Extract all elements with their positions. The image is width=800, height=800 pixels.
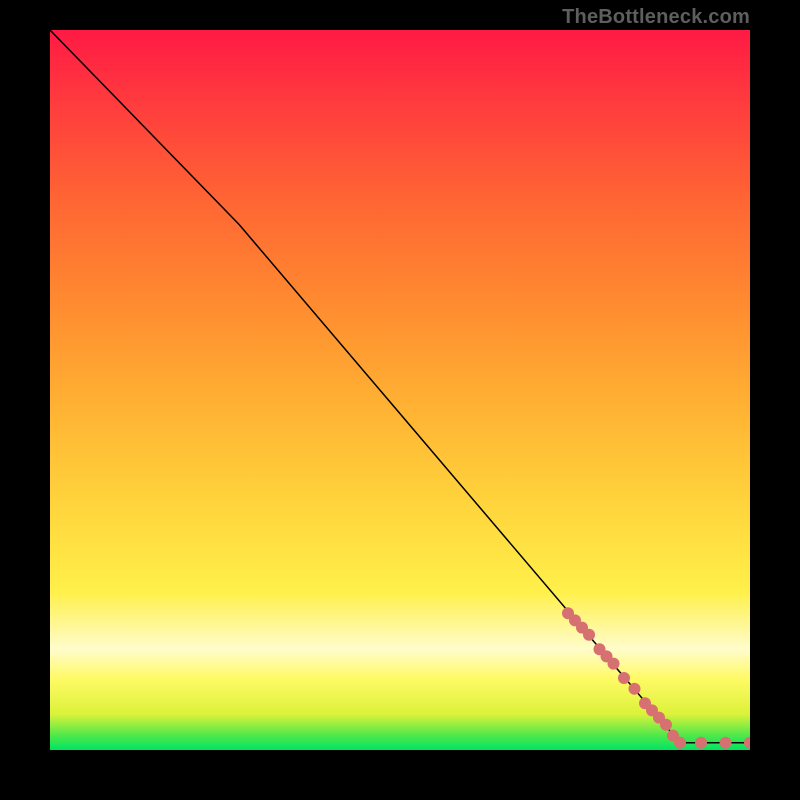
sample-point — [660, 719, 672, 731]
chart-overlay — [50, 30, 750, 750]
sample-point — [720, 737, 732, 749]
bottleneck-curve — [50, 30, 750, 743]
sample-point — [674, 737, 686, 749]
sample-point — [629, 683, 641, 695]
chart-plot-area — [50, 30, 750, 750]
sample-point — [618, 672, 630, 684]
sample-point — [608, 658, 620, 670]
chart-frame: TheBottleneck.com — [0, 0, 800, 800]
sample-point — [744, 737, 750, 749]
sample-point — [583, 629, 595, 641]
attribution-label: TheBottleneck.com — [562, 6, 750, 29]
sample-point — [695, 737, 707, 749]
sample-points-group — [562, 607, 750, 749]
